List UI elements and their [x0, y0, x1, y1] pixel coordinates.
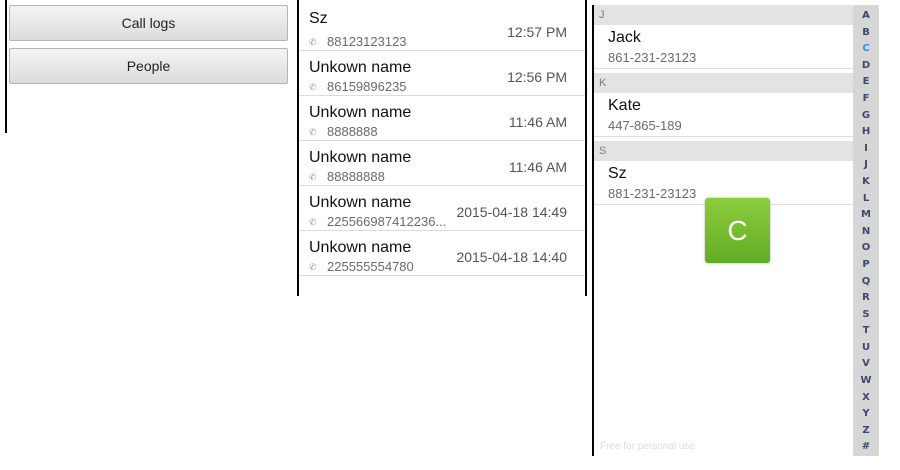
- index-letter[interactable]: U: [853, 340, 879, 357]
- caller-name: Unkown name: [309, 149, 412, 166]
- contact-row[interactable]: Kate 447-865-189: [594, 93, 853, 137]
- panel-divider: [297, 0, 299, 296]
- contact-name: Kate: [608, 97, 641, 114]
- call-log-row[interactable]: Unkown name ✆ 86159896235 12:56 PM: [300, 51, 585, 96]
- phone-icon: ✆: [309, 37, 317, 47]
- index-letter[interactable]: P: [853, 257, 879, 274]
- caller-number-text: 8888888: [327, 124, 378, 139]
- panel-divider: [5, 0, 7, 133]
- index-letter[interactable]: J: [853, 157, 879, 174]
- index-letter[interactable]: I: [853, 141, 879, 158]
- contact-name: Jack: [608, 29, 641, 46]
- index-letter[interactable]: O: [853, 240, 879, 257]
- caller-number: ✆ 8888888: [309, 124, 378, 139]
- index-letter[interactable]: Z: [853, 423, 879, 440]
- index-letter[interactable]: D: [853, 58, 879, 75]
- phone-icon: ✆: [309, 262, 317, 272]
- index-letter[interactable]: G: [853, 108, 879, 125]
- index-letter[interactable]: V: [853, 356, 879, 373]
- contact-phone: 881-231-23123: [608, 186, 697, 201]
- phone-icon: ✆: [309, 127, 317, 137]
- index-letter[interactable]: H: [853, 124, 879, 141]
- index-letter[interactable]: T: [853, 323, 879, 340]
- index-letter[interactable]: E: [853, 74, 879, 91]
- index-letter[interactable]: M: [853, 207, 879, 224]
- contact-row[interactable]: Jack 861-231-23123: [594, 25, 853, 69]
- index-letter[interactable]: #: [853, 439, 879, 456]
- phone-icon: ✆: [309, 217, 317, 227]
- index-letter[interactable]: W: [853, 373, 879, 390]
- call-log-row[interactable]: Sz ✆ 88123123123 12:57 PM: [300, 6, 585, 51]
- caller-name: Unkown name: [309, 239, 412, 256]
- call-log-row[interactable]: Unkown name ✆ 225555554780 2015-04-18 14:…: [300, 231, 585, 276]
- caller-number: ✆ 225555554780: [309, 259, 414, 274]
- caller-number-text: 88123123123: [327, 34, 407, 49]
- caller-number: ✆ 88123123123: [309, 34, 407, 49]
- index-letter[interactable]: C: [853, 41, 879, 58]
- contact-name: Sz: [608, 165, 627, 182]
- call-log-row[interactable]: Unkown name ✆ 225566987412236... 2015-04-…: [300, 186, 585, 231]
- panel-divider: [585, 0, 587, 296]
- call-time: 11:46 AM: [508, 159, 567, 175]
- call-logs-button[interactable]: Call logs: [9, 5, 288, 41]
- phone-icon: ✆: [309, 82, 317, 92]
- index-letter[interactable]: A: [853, 8, 879, 25]
- call-time: 12:57 PM: [507, 24, 567, 40]
- call-time: 2015-04-18 14:40: [456, 249, 567, 265]
- index-letter[interactable]: K: [853, 174, 879, 191]
- caller-number: ✆ 86159896235: [309, 79, 407, 94]
- index-letter[interactable]: Q: [853, 274, 879, 291]
- watermark: Free for personal use: [600, 441, 696, 452]
- contact-phone: 861-231-23123: [608, 50, 697, 65]
- alphabet-index-list: A B C D E F G H I J K L M N O P Q R S T U V W X Y Z #: [853, 5, 879, 456]
- call-log-row[interactable]: Unkown name ✆ 88888888 11:46 AM: [300, 141, 585, 186]
- caller-number-text: 88888888: [327, 169, 385, 184]
- call-time: 11:46 AM: [508, 114, 567, 130]
- call-time: 12:56 PM: [507, 69, 567, 85]
- section-header: S: [594, 141, 853, 161]
- index-letter[interactable]: B: [853, 25, 879, 42]
- caller-number-text: 86159896235: [327, 79, 407, 94]
- caller-number-text: 225566987412236...: [327, 214, 447, 229]
- caller-name: Unkown name: [309, 59, 412, 76]
- section-header: K: [594, 73, 853, 93]
- caller-number: ✆ 225566987412236...: [309, 214, 446, 229]
- index-letter[interactable]: R: [853, 290, 879, 307]
- caller-number: ✆ 88888888: [309, 169, 385, 184]
- menu-panel: Call logs People: [0, 0, 296, 470]
- index-letter[interactable]: Y: [853, 406, 879, 423]
- section-header: J: [594, 5, 853, 25]
- people-button[interactable]: People: [9, 48, 288, 84]
- call-log-row[interactable]: Unkown name ✆ 8888888 11:46 AM: [300, 96, 585, 141]
- index-letter[interactable]: N: [853, 224, 879, 241]
- phone-icon: ✆: [309, 172, 317, 182]
- caller-name: Unkown name: [309, 194, 412, 211]
- caller-name: Unkown name: [309, 104, 412, 121]
- caller-number-text: 225555554780: [327, 259, 414, 274]
- index-letter[interactable]: X: [853, 390, 879, 407]
- index-letter[interactable]: S: [853, 307, 879, 324]
- index-letter[interactable]: L: [853, 191, 879, 208]
- letter-toast: C: [705, 198, 770, 263]
- caller-name: Sz: [309, 10, 328, 27]
- call-time: 2015-04-18 14:49: [456, 204, 567, 220]
- alphabet-index-bar[interactable]: A B C D E F G H I J K L M N O P Q R S T U V W X Y Z #: [853, 5, 879, 456]
- contact-phone: 447-865-189: [608, 118, 682, 133]
- call-log-list: Sz ✆ 88123123123 12:57 PM Unkown name ✆ 86…: [300, 0, 585, 296]
- index-letter[interactable]: F: [853, 91, 879, 108]
